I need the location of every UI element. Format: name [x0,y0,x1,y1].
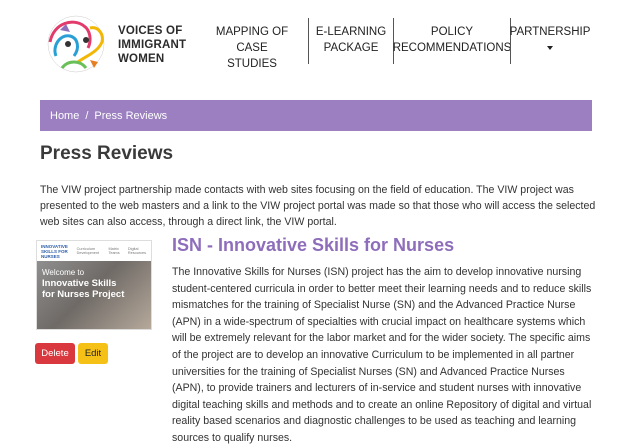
thumbnail-logo: INNOVATIVE SKILLS FOR NURSES [41,244,73,259]
thumbnail-hero: Welcome to Innovative Skills for Nurses … [37,261,151,329]
thumbnail-menu: Curriculum Development Matrix Teams Digi… [77,247,147,255]
page-title: Press Reviews [40,143,174,164]
breadcrumb-home-link[interactable]: Home [50,110,79,122]
nav-elearning-package[interactable]: E-LEARNING PACKAGE [309,18,393,64]
main-nav: MAPPING OF CASE STUDIES E-LEARNING PACKA… [196,18,593,70]
nav-partnership[interactable]: PARTNERSHIP [509,18,593,64]
item-title[interactable]: ISN - Innovative Skills for Nurses [172,235,454,256]
item-thumbnail[interactable]: INNOVATIVE SKILLS FOR NURSES Curriculum … [36,240,152,330]
chevron-down-icon [547,46,553,50]
thumbnail-welcome-line-1: Welcome to [42,268,85,277]
nav-label: PACKAGE [323,42,379,54]
nav-mapping-case-studies[interactable]: MAPPING OF CASE STUDIES [196,18,308,70]
thumbnail-welcome-text: Welcome to Innovative Skills for Nurses … [42,267,124,300]
brand-line-1: VOICES OF [118,25,183,37]
site-logo[interactable] [40,12,112,76]
nav-label: STUDIES [227,58,277,70]
breadcrumb: Home / Press Reviews [40,100,592,131]
delete-button[interactable]: Delete [35,343,75,364]
breadcrumb-current: Press Reviews [94,109,168,122]
nav-label: MAPPING OF CASE [215,26,289,54]
nav-policy-recommendations[interactable]: POLICY RECOMMENDATIONS [392,18,512,64]
thumbnail-menu-item: Digital Resources [127,247,147,255]
nav-label: POLICY [430,26,474,38]
thumbnail-welcome-line-2: Innovative Skills [42,278,117,289]
nav-label: RECOMMENDATIONS [392,42,512,54]
thumbnail-logo-line-2: SKILLS FOR NURSES [41,248,68,259]
thumbnail-menu-item: Matrix Teams [108,247,120,255]
item-description: The Innovative Skills for Nurses (ISN) p… [172,266,592,444]
nav-label: PARTNERSHIP [509,26,591,38]
site-header: VOICES OF IMMIGRANT WOMEN MAPPING OF CAS… [0,0,622,90]
edit-button[interactable]: Edit [78,343,108,364]
brand-line-3: WOMEN [118,53,165,65]
brand-name[interactable]: VOICES OF IMMIGRANT WOMEN [118,24,186,66]
nav-label: E-LEARNING [315,26,387,38]
brand-line-2: IMMIGRANT [118,39,187,51]
page-intro: The VIW project partnership made contact… [40,184,596,228]
breadcrumb-separator: / [85,109,89,122]
thumbnail-menu-item: Curriculum Development [76,247,99,255]
thumbnail-welcome-line-3: for Nurses Project [42,289,125,300]
thumbnail-header: INNOVATIVE SKILLS FOR NURSES Curriculum … [37,241,151,261]
